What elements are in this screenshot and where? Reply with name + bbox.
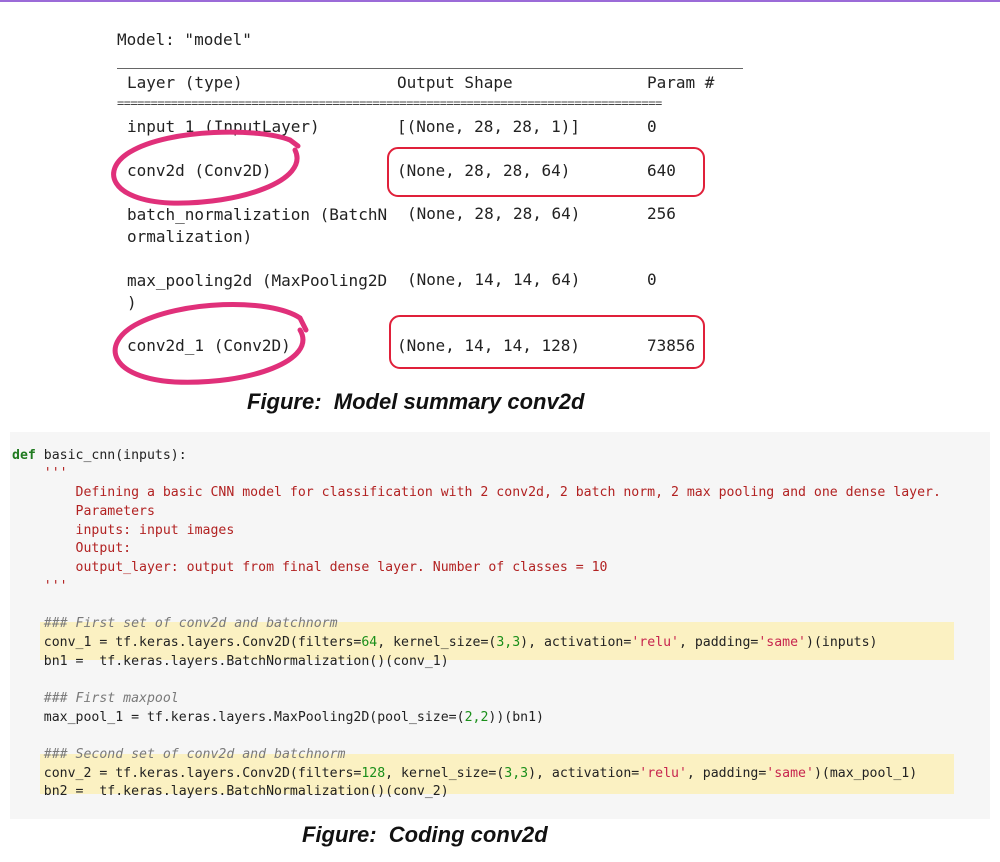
code-comment: ### First set of conv2d and batchnorm	[12, 616, 338, 631]
row-layer-batchnorm: batch_normalization (BatchN ormalization…	[127, 205, 388, 246]
row-layer-maxpool: max_pooling2d (MaxPooling2D )	[127, 271, 388, 312]
code-token: , kernel_size=(	[385, 766, 505, 781]
code-comment: ### First maxpool	[12, 691, 179, 706]
caption-coding: Figure: Coding conv2d	[302, 822, 548, 847]
code-token: 'same'	[758, 635, 806, 650]
summary-top-rule	[117, 68, 743, 69]
code-token: max_pool_1 = tf.keras.layers.MaxPooling2…	[12, 710, 465, 725]
row-param-input: 0	[647, 117, 657, 136]
code-token: 64	[361, 635, 378, 650]
code-token: , padding=	[686, 766, 767, 781]
header-layer-type: Layer (type)	[127, 73, 243, 92]
code-token: ), activation=	[528, 766, 640, 781]
code-token: 'same'	[766, 766, 814, 781]
code-block: def basic_cnn(inputs): ''' Defining a ba…	[10, 432, 990, 819]
code-docstring-line: Parameters	[12, 504, 155, 519]
code-token: 2,2	[464, 710, 489, 725]
row-param-batchnorm: 256	[647, 204, 676, 223]
code-def-keyword: def	[12, 448, 36, 463]
row-param-conv2d-1: 73856	[647, 336, 696, 355]
code-token: ), activation=	[520, 635, 632, 650]
row-layer-input: input_1 (InputLayer)	[127, 117, 320, 136]
row-shape-conv2d-1: (None, 14, 14, 128)	[397, 336, 581, 355]
code-token: 3,3	[504, 766, 529, 781]
row-layer-conv2d: conv2d (Conv2D)	[127, 161, 272, 180]
row-shape-maxpool: (None, 14, 14, 64)	[407, 270, 581, 289]
header-output-shape: Output Shape	[397, 73, 513, 92]
row-param-maxpool: 0	[647, 270, 657, 289]
summary-header-rule: ========================================…	[117, 100, 743, 106]
code-line-bn2: bn2 = tf.keras.layers.BatchNormalization…	[12, 784, 449, 799]
code-line-conv2: conv_2 = tf.keras.layers.Conv2D(filters=…	[12, 765, 917, 784]
code-token: conv_1 = tf.keras.layers.Conv2D(filters=	[12, 635, 362, 650]
code-line-conv1: conv_1 = tf.keras.layers.Conv2D(filters=…	[12, 634, 878, 653]
code-docstring-line: Defining a basic CNN model for classific…	[12, 485, 941, 500]
row-layer-conv2d-1: conv2d_1 (Conv2D)	[127, 336, 291, 355]
code-docstring-line: inputs: input images	[12, 523, 235, 538]
caption-model-summary: Figure: Model summary conv2d	[247, 389, 585, 414]
code-docstring-line: output_layer: output from final dense la…	[12, 560, 608, 575]
model-title: Model: "model"	[117, 30, 252, 49]
row-shape-conv2d: (None, 28, 28, 64)	[397, 161, 571, 180]
code-token: 128	[361, 766, 386, 781]
row-shape-batchnorm: (None, 28, 28, 64)	[407, 204, 581, 223]
code-comment: ### Second set of conv2d and batchnorm	[12, 747, 346, 762]
code-docstring-line: Output:	[12, 541, 132, 556]
code-line-def: def basic_cnn(inputs):	[12, 447, 187, 466]
header-param-count: Param #	[647, 73, 715, 92]
code-token: , kernel_size=(	[377, 635, 497, 650]
code-token: 'relu'	[639, 766, 687, 781]
code-token: )(inputs)	[806, 635, 878, 650]
code-docstring-close: '''	[12, 579, 68, 594]
code-token: ))(bn1)	[488, 710, 544, 725]
code-line-maxpool1: max_pool_1 = tf.keras.layers.MaxPooling2…	[12, 709, 544, 728]
code-line-bn1: bn1 = tf.keras.layers.BatchNormalization…	[12, 654, 449, 669]
top-accent-line	[0, 0, 1000, 2]
code-token: conv_2 = tf.keras.layers.Conv2D(filters=	[12, 766, 362, 781]
code-token: )(max_pool_1)	[813, 766, 918, 781]
row-shape-input: [(None, 28, 28, 1)]	[397, 117, 581, 136]
code-token: 3,3	[496, 635, 521, 650]
code-token: 'relu'	[631, 635, 679, 650]
code-docstring-open: '''	[12, 466, 68, 481]
code-token: , padding=	[678, 635, 759, 650]
code-def-signature: basic_cnn(inputs):	[35, 448, 187, 463]
row-param-conv2d: 640	[647, 161, 676, 180]
